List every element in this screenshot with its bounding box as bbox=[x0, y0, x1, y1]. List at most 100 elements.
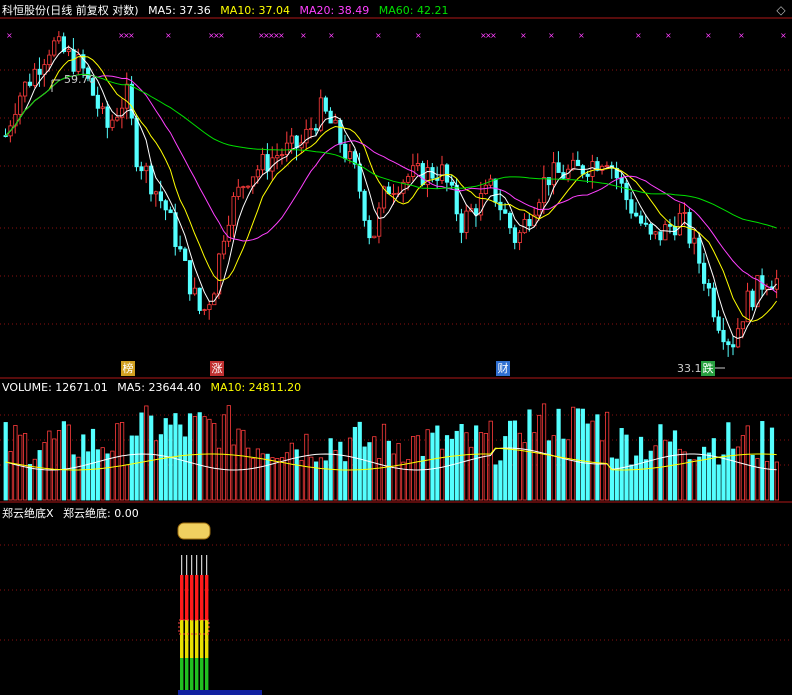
volume-bar bbox=[32, 458, 37, 501]
candle bbox=[716, 316, 721, 331]
candle bbox=[692, 237, 697, 244]
event-marker-bang[interactable]: 榜 bbox=[121, 361, 135, 376]
volume-bar bbox=[241, 429, 246, 501]
volume-bar bbox=[352, 426, 358, 501]
candle bbox=[280, 154, 285, 157]
candle bbox=[648, 223, 653, 235]
volume-bar bbox=[42, 442, 47, 501]
candle bbox=[115, 116, 120, 121]
volume-bar bbox=[129, 435, 134, 501]
volume-bar bbox=[56, 430, 62, 501]
volume-bar bbox=[483, 433, 488, 501]
volume-bar bbox=[692, 459, 697, 501]
candle bbox=[187, 260, 193, 295]
volume-bar bbox=[663, 439, 668, 501]
volume-header: VOLUME: 12671.01 MA5: 23644.40 MA10: 248… bbox=[2, 381, 301, 394]
volume-bar bbox=[711, 438, 716, 501]
volume-bar bbox=[250, 458, 256, 501]
volume-bar bbox=[401, 461, 406, 501]
volume-bar bbox=[755, 458, 760, 501]
candle bbox=[449, 181, 455, 186]
indicator-bar-red bbox=[180, 575, 184, 620]
volume-bar bbox=[648, 450, 653, 501]
candle bbox=[391, 193, 396, 195]
volume-bar bbox=[444, 435, 450, 501]
volume-bar bbox=[600, 440, 605, 501]
candle bbox=[643, 222, 649, 225]
candle bbox=[711, 287, 716, 318]
volume-bar bbox=[105, 453, 110, 501]
volume-bar bbox=[440, 448, 445, 501]
volume-bar bbox=[454, 430, 459, 501]
candle bbox=[27, 81, 33, 86]
volume-bar bbox=[134, 435, 139, 501]
candle bbox=[22, 81, 28, 97]
signal-mark: × bbox=[665, 31, 672, 40]
volume-bar bbox=[90, 428, 96, 501]
volume-bar bbox=[333, 449, 338, 501]
price-chart[interactable]: × ××× × ××× ××××× × × × × ××× × × × × × × × × bbox=[0, 0, 792, 695]
candle bbox=[100, 106, 105, 109]
volume-bar bbox=[517, 432, 522, 501]
candle bbox=[454, 184, 459, 215]
candle bbox=[658, 231, 663, 241]
volume-bar bbox=[551, 435, 556, 501]
candle bbox=[498, 201, 503, 211]
indicator-bar-red bbox=[205, 575, 209, 620]
indicator-header: 郑云绝底X 郑云绝底: 0.00 bbox=[2, 507, 139, 520]
volume-bar bbox=[561, 438, 566, 501]
volume-bar bbox=[27, 464, 33, 501]
volume-bar bbox=[61, 421, 67, 501]
candle bbox=[47, 54, 52, 66]
indicator-value: 郑云绝底: 0.00 bbox=[63, 507, 139, 520]
signal-mark: × bbox=[415, 31, 422, 40]
volume-bar bbox=[183, 436, 188, 501]
indicator-bar-red bbox=[185, 575, 189, 620]
candle bbox=[605, 165, 610, 168]
volume-bar bbox=[216, 447, 222, 501]
volume-bar bbox=[420, 455, 425, 501]
indicator-baseline bbox=[178, 690, 262, 695]
volume-bar bbox=[605, 411, 610, 501]
candle bbox=[677, 212, 682, 236]
indicator-bar-red bbox=[195, 575, 199, 620]
candle bbox=[221, 240, 227, 255]
candle bbox=[226, 224, 231, 242]
candle bbox=[362, 190, 367, 221]
indicator-bar-yellow bbox=[190, 620, 194, 658]
candle bbox=[66, 49, 71, 53]
candle bbox=[163, 200, 168, 211]
volume-bar bbox=[658, 424, 663, 501]
volume-bar bbox=[381, 423, 387, 501]
event-marker-cai[interactable]: 财 bbox=[496, 361, 510, 376]
candle bbox=[168, 209, 173, 214]
ma20-line bbox=[5, 73, 777, 293]
volume-bar bbox=[280, 457, 285, 501]
volume-bar bbox=[677, 448, 682, 501]
volume-bar bbox=[469, 446, 474, 501]
bottom-signal-icon bbox=[177, 522, 211, 540]
candle bbox=[309, 128, 314, 130]
event-marker-die[interactable]: 跌 bbox=[701, 361, 715, 376]
volume-bar bbox=[731, 448, 736, 501]
volume-bar bbox=[318, 457, 324, 501]
candle bbox=[697, 237, 702, 264]
signal-mark: × bbox=[6, 31, 13, 40]
signal-mark: × bbox=[780, 31, 787, 40]
candle bbox=[750, 290, 755, 308]
indicator-highlight bbox=[178, 619, 210, 635]
candle bbox=[706, 283, 712, 289]
indicator-bar-yellow bbox=[185, 620, 189, 658]
indicator-bar-green bbox=[205, 658, 209, 690]
volume-bar bbox=[541, 403, 547, 501]
volume-bar bbox=[571, 406, 576, 501]
volume-bar bbox=[687, 459, 692, 501]
volume-bar bbox=[580, 408, 585, 501]
candle bbox=[440, 164, 445, 181]
volume-bar bbox=[100, 447, 105, 501]
event-marker-zhang[interactable]: 涨 bbox=[210, 361, 224, 376]
volume-bar bbox=[37, 450, 42, 501]
volume-bar bbox=[595, 414, 600, 501]
volume-bar bbox=[532, 432, 537, 501]
volume-bar bbox=[634, 455, 639, 501]
